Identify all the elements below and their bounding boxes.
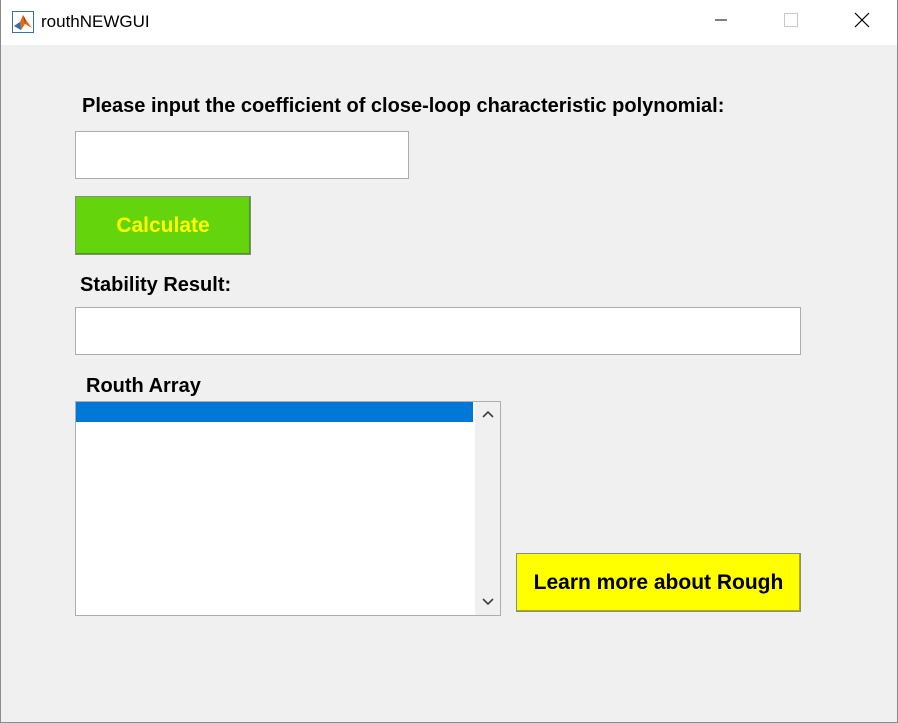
close-icon [854, 12, 870, 33]
close-button[interactable] [839, 0, 885, 45]
list-item-selected[interactable] [76, 402, 473, 422]
minimize-button[interactable] [698, 0, 744, 45]
app-window: routhNEWGUI Please input the coefficient… [0, 0, 898, 723]
stability-result-field[interactable] [75, 307, 801, 355]
learn-more-button[interactable]: Learn more about Rough [516, 553, 801, 612]
routh-array-listbox[interactable] [75, 401, 501, 616]
maximize-button[interactable] [768, 0, 814, 45]
chevron-down-icon [481, 594, 495, 612]
matlab-icon [12, 11, 34, 33]
routh-array-label: Routh Array [86, 375, 201, 397]
chevron-up-icon [481, 406, 495, 424]
listbox-scrollbar[interactable] [475, 402, 500, 615]
coefficient-label: Please input the coefficient of close-lo… [82, 95, 725, 117]
minimize-icon [714, 13, 728, 32]
window-title: routhNEWGUI [41, 12, 150, 31]
maximize-icon [783, 12, 799, 33]
stability-result-label: Stability Result: [80, 274, 232, 296]
calculate-button[interactable]: Calculate [75, 196, 251, 255]
scroll-down-button[interactable] [475, 590, 500, 615]
scroll-up-button[interactable] [475, 402, 500, 427]
coefficient-input[interactable] [75, 131, 409, 179]
title-bar[interactable]: routhNEWGUI [1, 0, 897, 45]
